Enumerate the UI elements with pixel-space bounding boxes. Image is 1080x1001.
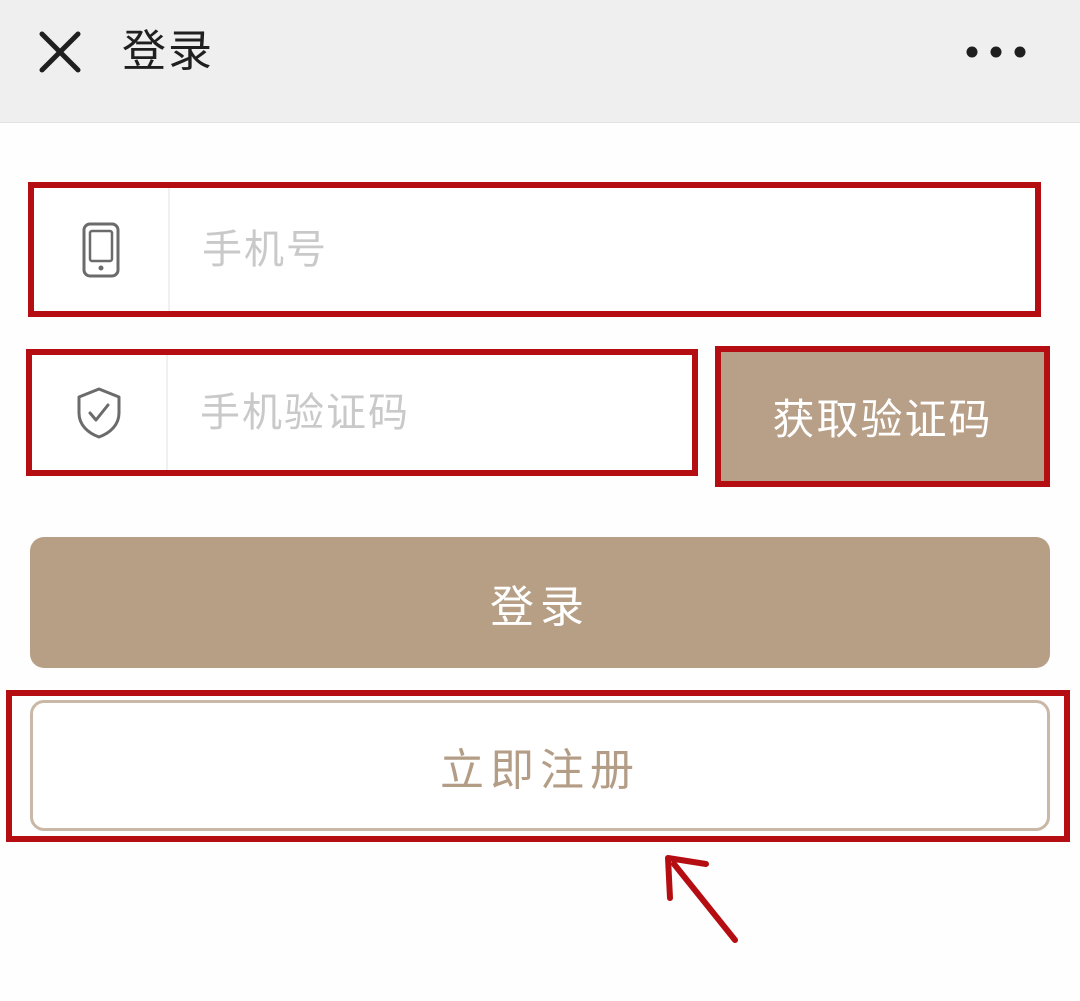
more-dots-icon[interactable] [958, 30, 1034, 74]
code-icon-cell [32, 355, 168, 470]
arrow-up-left-icon [665, 855, 738, 943]
verification-code-input[interactable] [170, 355, 692, 470]
login-button[interactable]: 登录 [30, 537, 1050, 668]
shield-check-icon [77, 387, 121, 438]
top-navbar: 登录 [0, 0, 1080, 123]
phone-input[interactable] [172, 188, 1035, 311]
page-title: 登录 [122, 26, 214, 77]
phone-icon-cell [34, 188, 170, 311]
mobile-phone-icon [82, 222, 120, 277]
verification-code-field [26, 349, 698, 476]
close-icon[interactable] [30, 22, 90, 82]
phone-field [28, 182, 1041, 317]
register-button[interactable]: 立即注册 [30, 700, 1050, 831]
get-code-button[interactable]: 获取验证码 [715, 346, 1050, 487]
